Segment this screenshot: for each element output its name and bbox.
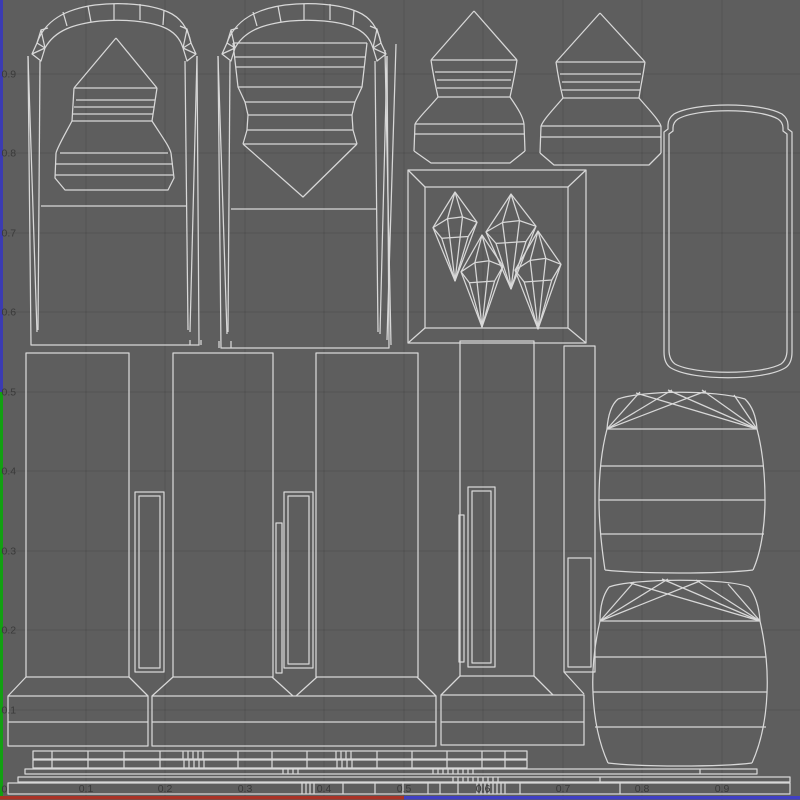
uv-shell-tower1-body[interactable] xyxy=(27,55,200,346)
axis-lines xyxy=(0,0,800,800)
u-axis-tick-label: 0.2 xyxy=(158,783,173,795)
uv-shell-column-3[interactable] xyxy=(315,352,419,678)
uv-shell-dome-finial-a[interactable] xyxy=(413,10,526,164)
grid-lines xyxy=(0,0,800,800)
v-axis-tick-label: 0.8 xyxy=(2,148,17,160)
u-axis-tick-label: 0.8 xyxy=(635,783,650,795)
uv-shell-trim-strip-c[interactable] xyxy=(24,768,758,775)
uv-shell-barrel-1[interactable] xyxy=(598,389,766,574)
uv-shell-tower1-finial[interactable] xyxy=(54,37,175,191)
u-axis-line-right xyxy=(404,796,800,800)
u-axis-tick-label: 0.3 xyxy=(238,783,253,795)
uv-shell-tower2-crown[interactable] xyxy=(221,3,387,62)
u-axis-tick-label: 0.4 xyxy=(317,783,332,795)
uv-canvas[interactable]: 0.9 0.8 0.7 0.6 0.5 0.4 0.3 0.2 0.1 0 0.1 0.2 0.3 0.4… xyxy=(0,0,800,800)
u-axis-tick-label: 0.1 xyxy=(79,783,94,795)
v-axis-tick-label: 0.5 xyxy=(2,387,17,399)
uv-shell-gem-1[interactable] xyxy=(432,191,478,282)
uv-shell-base-1[interactable] xyxy=(7,676,149,747)
uv-shell-barrel-2[interactable] xyxy=(592,578,768,767)
uv-shell-trim-strip-b[interactable] xyxy=(32,759,528,769)
uv-shell-column-4[interactable] xyxy=(459,340,535,677)
v-axis-line-lower xyxy=(0,392,3,796)
uv-shell-tombstone-panel[interactable] xyxy=(663,104,793,379)
uv-shell-column-2[interactable] xyxy=(172,352,274,678)
axis-tick-labels: 0.9 0.8 0.7 0.6 0.5 0.4 0.3 0.2 0.1 0 0.1 0.2 0.3 0.4… xyxy=(2,69,730,796)
u-axis-line-left xyxy=(0,796,404,800)
uv-shell-gem-4[interactable] xyxy=(514,230,562,330)
uv-shell-tower1-crown[interactable] xyxy=(31,3,197,62)
uv-shell-pillar-frame-1[interactable] xyxy=(134,491,165,673)
uv-shell-pillar-frame-2[interactable] xyxy=(283,491,314,669)
v-axis-tick-label: 0.3 xyxy=(2,546,17,558)
uv-shells xyxy=(7,3,793,795)
u-axis-tick-label: 0.6 xyxy=(476,783,491,795)
v-axis-tick-label: 0.6 xyxy=(2,307,17,319)
v-axis-line-upper xyxy=(0,0,3,392)
uv-shell-tower-feet[interactable] xyxy=(189,340,232,348)
uv-shell-trim-strip-a[interactable] xyxy=(32,750,528,760)
v-axis-tick-label: 0.9 xyxy=(2,69,17,81)
uv-shell-column-1[interactable] xyxy=(25,352,130,678)
v-axis-tick-label: 0.7 xyxy=(2,228,17,240)
v-axis-tick-label: 0.2 xyxy=(2,625,17,637)
u-axis-tick-label: 0.7 xyxy=(556,783,571,795)
u-axis-tick-label: 0.5 xyxy=(397,783,412,795)
uv-shell-base-2[interactable] xyxy=(151,676,437,747)
uv-shell-tower2-shield[interactable] xyxy=(232,42,368,198)
uv-shell-gem-2[interactable] xyxy=(485,193,537,290)
uv-shell-dome-finial-b[interactable] xyxy=(539,12,662,166)
v-axis-tick-label: 0.4 xyxy=(2,466,17,478)
v-axis-tick-label: 0 xyxy=(2,784,8,796)
uv-shell-pillar-frame-3[interactable] xyxy=(467,486,496,668)
v-axis-tick-label: 0.1 xyxy=(2,705,17,717)
u-axis-tick-label: 0.9 xyxy=(715,783,730,795)
uv-editor-viewport[interactable]: 0.9 0.8 0.7 0.6 0.5 0.4 0.3 0.2 0.1 0 0.1 0.2 0.3 0.4… xyxy=(0,0,800,800)
uv-shell-side-strip[interactable] xyxy=(563,345,596,673)
uv-shell-sliver-2[interactable] xyxy=(275,522,283,674)
